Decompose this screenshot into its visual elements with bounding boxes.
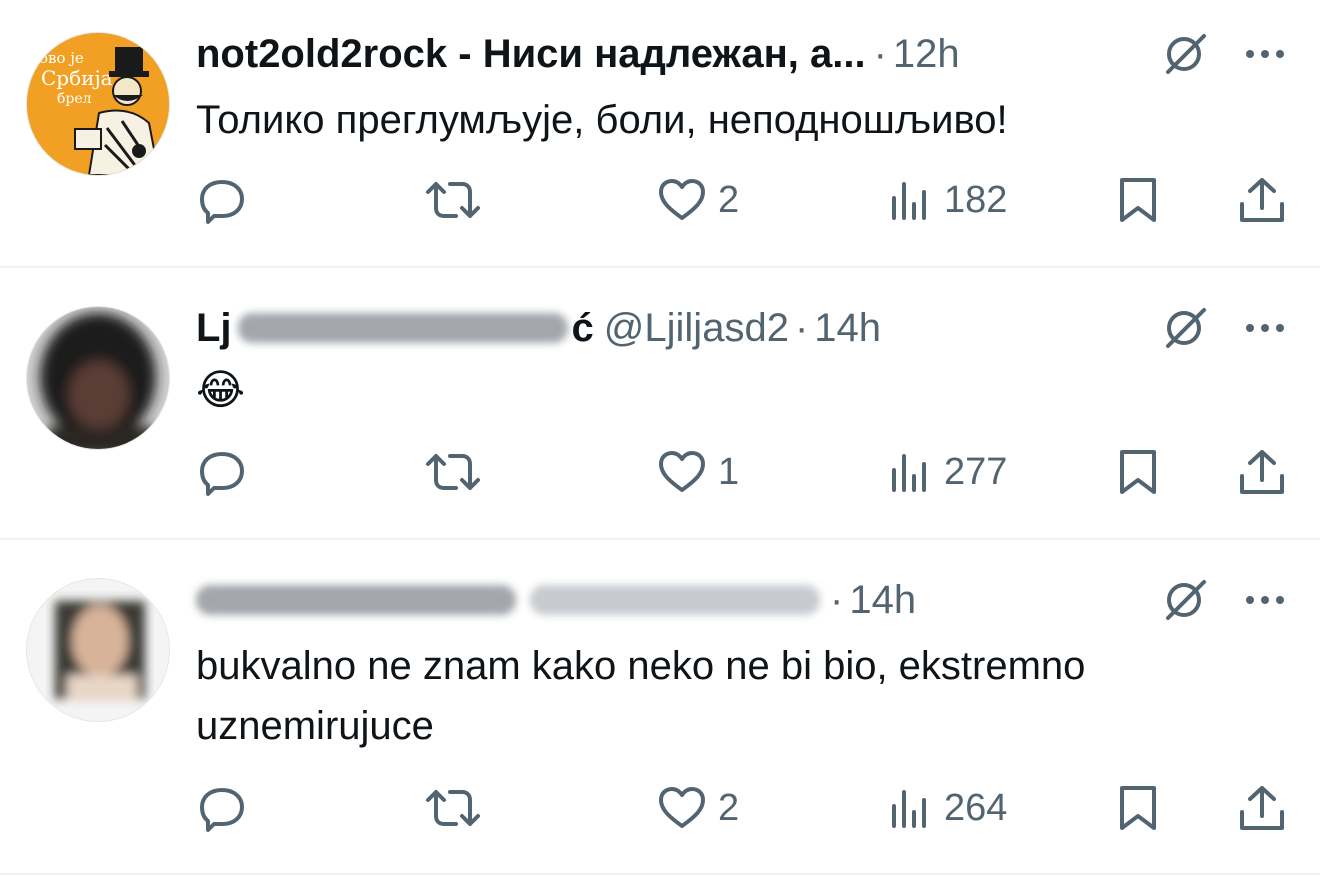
views-button[interactable]: 182 [888,172,1007,228]
share-icon [1240,786,1284,830]
share-icon [1240,450,1284,494]
author-name-end[interactable]: ć [572,300,594,356]
action-bar: 2 264 [196,780,1296,836]
more-icon[interactable] [1240,44,1290,64]
bookmark-icon [1120,450,1156,494]
post-header: Lj ć @Ljiljasd2 · 14h [196,300,1200,356]
timestamp[interactable]: 14h [849,572,916,628]
like-icon [659,787,705,828]
share-button[interactable] [1236,444,1288,500]
bookmark-button[interactable] [1114,780,1162,836]
repost-icon [426,790,480,826]
bookmark-button[interactable] [1114,172,1162,228]
like-icon [659,451,705,492]
redacted-name [237,313,568,343]
share-button[interactable] [1236,780,1288,836]
grok-icon[interactable] [1160,302,1210,352]
more-icon[interactable] [1240,590,1290,610]
repost-icon [426,182,480,218]
share-icon [1240,178,1284,222]
action-bar: 2 182 [196,172,1296,228]
like-button[interactable]: 2 [656,780,739,836]
reply-button[interactable] [196,444,258,500]
grok-icon[interactable] [1160,28,1210,78]
timestamp[interactable]: 12h [893,26,960,82]
views-icon [892,790,926,828]
view-count: 182 [944,178,1008,221]
bookmark-icon [1120,178,1156,222]
avatar[interactable]: ово је Србија брел [26,32,170,176]
divider [0,873,1320,875]
like-count: 1 [718,450,740,493]
reply-button[interactable] [196,172,258,228]
view-count: 277 [944,450,1008,493]
post-text: 😂 [196,366,246,413]
redacted-name [196,585,516,615]
handle[interactable]: @Ljiljasd2 [604,300,789,356]
post[interactable]: · 14h bukvalno ne znam kako neko ne bi b… [0,540,1320,875]
reply-button[interactable] [196,780,258,836]
grok-icon[interactable] [1160,574,1210,624]
like-button[interactable]: 1 [656,444,739,500]
avatar-text: Србија [41,66,113,90]
views-button[interactable]: 264 [888,780,1007,836]
bookmark-icon [1120,786,1156,830]
more-icon[interactable] [1240,318,1290,338]
author-name[interactable]: not2old2rock - Ниси надлежан, а... [196,26,866,82]
post-header: not2old2rock - Ниси надлежан, а... · 12h [196,26,1200,82]
repost-button[interactable] [424,172,492,228]
views-button[interactable]: 277 [888,444,1007,500]
bookmark-button[interactable] [1114,444,1162,500]
separator: · [873,32,887,76]
avatar[interactable] [26,306,170,450]
reply-icon [200,788,244,832]
post[interactable]: Lj ć @Ljiljasd2 · 14h 😂 1 277 [0,268,1320,540]
avatar-text: ово је [39,49,84,67]
author-name-start[interactable]: Lj [196,300,232,356]
post-text: bukvalno ne znam kako neko ne bi bio, ek… [196,644,1086,748]
separator: · [830,578,844,622]
repost-button[interactable] [424,444,492,500]
avatar-text: брел [57,91,92,107]
like-icon [659,179,705,220]
views-icon [892,454,926,492]
reply-icon [200,452,244,496]
reply-icon [200,180,244,224]
share-button[interactable] [1236,172,1288,228]
view-count: 264 [944,786,1008,829]
repost-icon [426,454,480,490]
avatar-illustration: ово је Србија брел [27,33,169,175]
avatar-blurred-photo [27,579,169,721]
repost-button[interactable] [424,780,492,836]
like-button[interactable]: 2 [656,172,739,228]
action-bar: 1 277 [196,444,1296,500]
views-icon [892,182,926,220]
timestamp[interactable]: 14h [814,300,881,356]
avatar-blurred-photo [27,307,169,449]
post-text: Толико преглумљује, боли, неподношљиво! [196,98,1008,142]
redacted-handle [530,585,820,615]
post[interactable]: ово је Србија брел not2old2rock - Ниси н… [0,0,1320,268]
separator: · [794,306,809,350]
like-count: 2 [718,178,740,221]
like-count: 2 [718,786,740,829]
avatar[interactable] [26,578,170,722]
post-header: · 14h [196,572,1200,628]
